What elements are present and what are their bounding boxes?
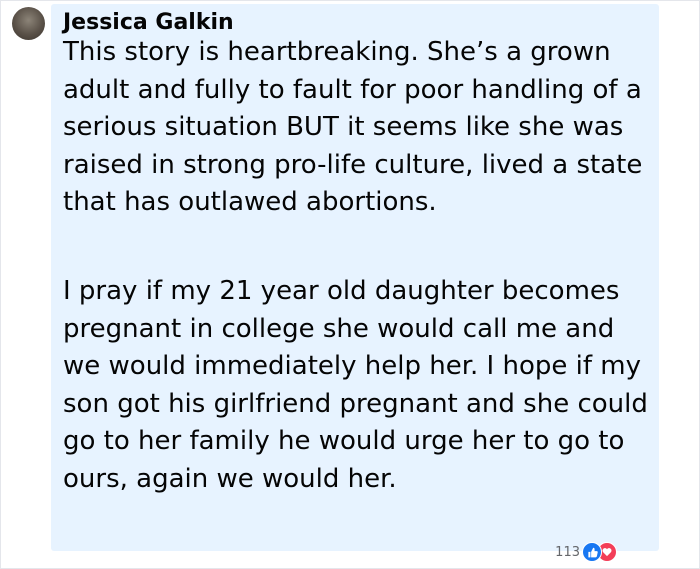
comment-author[interactable]: Jessica Galkin <box>63 9 234 37</box>
avatar[interactable] <box>12 7 45 40</box>
reactions-summary[interactable]: 113 <box>555 542 617 562</box>
comment-paragraph-2: I pray if my 21 year old daughter become… <box>63 276 648 494</box>
comment-card: Jessica Galkin This story is heartbreaki… <box>0 0 700 569</box>
like-icon <box>582 542 602 562</box>
reaction-count: 113 <box>555 544 580 560</box>
comment-paragraph-1: This story is heartbreaking. She’s a gro… <box>63 37 643 217</box>
